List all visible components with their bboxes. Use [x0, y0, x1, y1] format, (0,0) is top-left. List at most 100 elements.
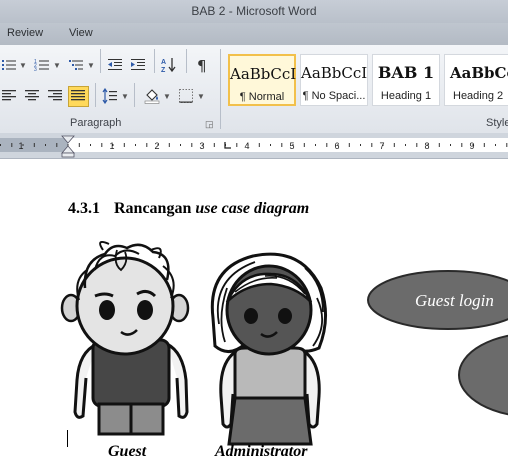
window-title: BAB 2 - Microsoft Word [191, 4, 317, 18]
ruler-number: 6 [334, 141, 339, 151]
multilevel-list-button[interactable] [67, 56, 85, 74]
bullets-icon [2, 60, 16, 70]
ruler-tick [405, 144, 406, 146]
ruler-number: 3 [199, 141, 204, 151]
horizontal-ruler[interactable]: 1 1 2 3 4 5 6 7 8 9 [0, 133, 508, 159]
bullets-dropdown-icon[interactable]: ▼ [19, 61, 27, 70]
style-heading-1[interactable]: BAB 1 Heading 1 [372, 54, 440, 106]
borders-icon [179, 89, 193, 103]
style-name: Heading 1 [380, 90, 432, 102]
section-heading: 4.3.1 Rancangan use case diagram [68, 200, 309, 218]
tab-review[interactable]: Review [7, 27, 43, 39]
line-spacing-icon [102, 87, 117, 105]
heading-italic-text: use case diagram [195, 200, 310, 217]
divider [154, 49, 155, 73]
style-name: Heading 2 [453, 90, 504, 102]
ruler-tick [11, 143, 13, 147]
ruler-tick [348, 143, 350, 147]
style-sample: AaBbCcI [301, 64, 368, 82]
style-heading-2[interactable]: AaBbCc Heading 2 [444, 54, 508, 106]
numbering-icon: 123 [34, 59, 49, 73]
borders-button[interactable] [177, 87, 195, 105]
ruler-tick [416, 143, 418, 147]
ruler-tick [483, 143, 485, 147]
group-divider [220, 49, 221, 129]
align-right-button[interactable] [46, 87, 64, 105]
align-left-icon [2, 90, 16, 101]
ruler-number: 1 [109, 141, 114, 151]
ruler-number: 9 [469, 141, 474, 151]
ruler-tick [258, 143, 260, 147]
ruler-tick [315, 144, 316, 146]
sort-button[interactable]: AZ [160, 56, 178, 74]
ruler-tick [371, 143, 373, 147]
ruler-tick [33, 143, 35, 147]
pilcrow-icon: ¶ [197, 57, 207, 75]
guest-actor-figure[interactable] [55, 240, 205, 440]
style-no-spacing[interactable]: AaBbCcI ¶ No Spaci... [300, 54, 368, 106]
numbering-dropdown-icon[interactable]: ▼ [53, 61, 61, 70]
style-sample: BAB 1 [377, 63, 435, 82]
multilevel-list-icon [69, 60, 83, 70]
style-normal[interactable]: AaBbCcI ¶ Normal [228, 54, 296, 106]
ruler-tick [146, 143, 148, 147]
dialog-launcher-icon[interactable]: ◲ [205, 119, 214, 130]
ruler-tick [56, 143, 58, 147]
ruler-number: 1 [18, 141, 23, 151]
svg-text:3: 3 [34, 67, 37, 73]
svg-text:Z: Z [161, 67, 166, 73]
align-right-icon [48, 90, 62, 101]
paint-bucket-icon [144, 89, 160, 104]
ruler-number: 8 [424, 141, 429, 151]
divider [100, 49, 101, 73]
increase-indent-button[interactable] [129, 56, 147, 74]
ruler-number: 4 [244, 141, 249, 151]
numbering-button[interactable]: 123 [33, 56, 51, 74]
align-center-icon [25, 90, 39, 101]
ruler-number: 5 [289, 141, 294, 151]
show-marks-button[interactable]: ¶ [194, 56, 212, 75]
svg-text:¶: ¶ [197, 57, 207, 73]
administrator-actor-figure[interactable] [205, 248, 335, 448]
style-sample: AaBbCc [450, 64, 508, 82]
shading-dropdown-icon[interactable]: ▼ [163, 92, 171, 101]
sort-az-icon: AZ [161, 58, 176, 74]
borders-dropdown-icon[interactable]: ▼ [197, 92, 205, 101]
align-left-button[interactable] [0, 87, 18, 105]
line-spacing-dropdown-icon[interactable]: ▼ [121, 92, 129, 101]
guest-label: Guest [108, 443, 147, 460]
bullets-button[interactable] [0, 56, 18, 74]
ruler-tick [0, 144, 1, 146]
multilevel-dropdown-icon[interactable]: ▼ [87, 61, 95, 70]
ruler-tick [326, 143, 328, 147]
heading-text: Rancangan [114, 200, 196, 217]
ruler-tick [270, 144, 271, 146]
increase-indent-icon [131, 59, 145, 70]
ruler-tick [303, 143, 305, 147]
ruler-tick [123, 143, 125, 147]
shading-button[interactable] [143, 87, 161, 105]
justify-button[interactable] [68, 86, 89, 107]
ruler-tick [506, 143, 508, 147]
ribbon: ▼ 123 ▼ ▼ AZ ¶ ▼ ▼ ▼ Paragraph ◲ AaBbCcI… [0, 45, 508, 134]
heading-number: 4.3.1 [68, 200, 100, 217]
administrator-label: Administrator [215, 443, 308, 460]
ruler-number: 2 [154, 141, 159, 151]
ruler-tick [180, 144, 181, 146]
align-center-button[interactable] [23, 87, 41, 105]
ruler-tick [45, 144, 46, 146]
ruler-tick [438, 143, 440, 147]
left-indent-marker [61, 152, 75, 158]
ruler-tick [168, 143, 170, 147]
tab-view[interactable]: View [69, 27, 93, 39]
style-sample: AaBbCcI [230, 65, 297, 83]
divider [95, 83, 96, 107]
style-name: ¶ No Spaci... [302, 90, 366, 102]
styles-group-label: Style [486, 117, 508, 129]
svg-text:A: A [161, 59, 166, 66]
decrease-indent-button[interactable] [106, 56, 124, 74]
ruler-tick [393, 143, 395, 147]
ruler-tick [191, 143, 193, 147]
ruler-number: 7 [379, 141, 384, 151]
line-spacing-button[interactable] [101, 87, 119, 105]
